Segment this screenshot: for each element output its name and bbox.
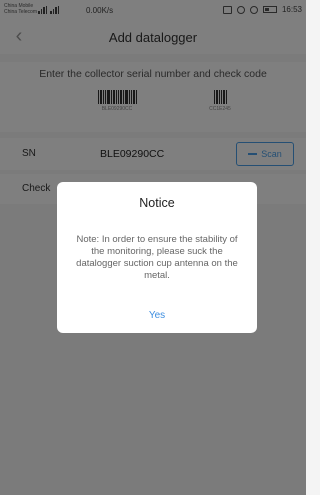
dialog-message: Note: In order to ensure the stability o… (76, 234, 238, 281)
notice-dialog: Notice Note: In order to ensure the stab… (57, 182, 257, 333)
dialog-title: Notice (139, 196, 175, 210)
add-datalogger-page: China Mobile China Telecom 0.00K/s 16:53… (0, 0, 306, 495)
yes-button[interactable]: Yes (127, 306, 187, 324)
